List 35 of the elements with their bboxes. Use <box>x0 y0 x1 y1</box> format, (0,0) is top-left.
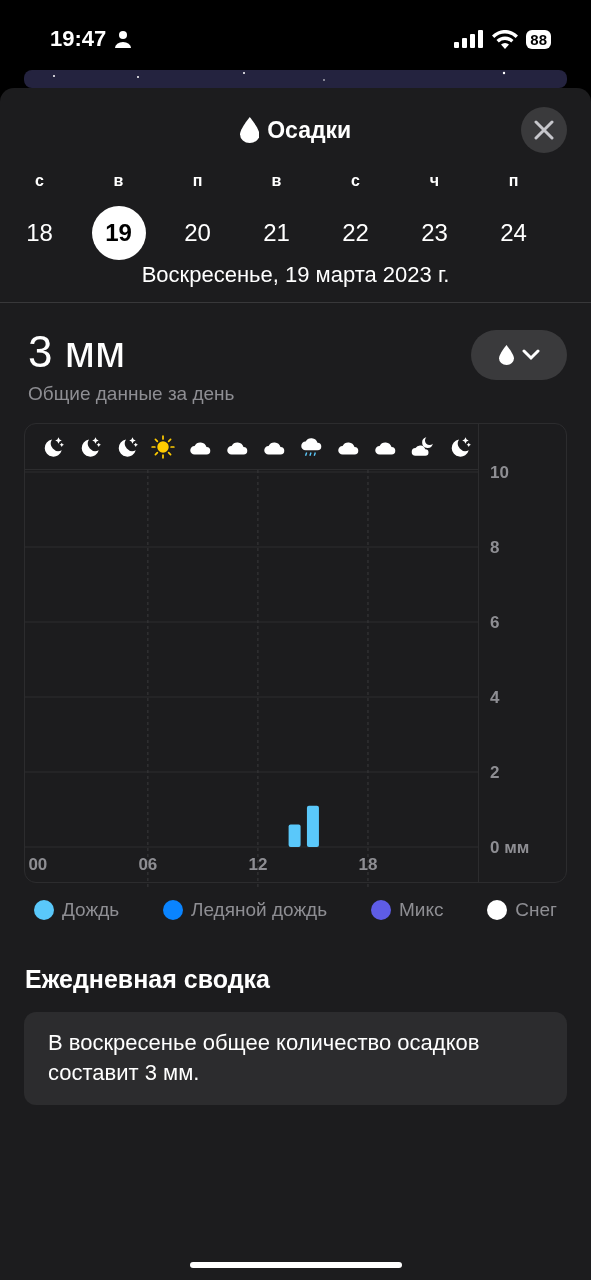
raindrop-icon <box>498 345 514 365</box>
day-button[interactable]: 22 <box>328 206 383 260</box>
chevron-down-icon <box>521 349 540 361</box>
day-button[interactable]: 19 <box>91 206 146 260</box>
battery-level: 88 <box>526 29 551 49</box>
weekday-label: в <box>271 172 282 191</box>
legend-label: Микс <box>398 899 444 921</box>
section-heading: Ежедневная сводка <box>25 965 271 994</box>
day-button[interactable]: 20 <box>170 206 225 260</box>
status-time: 19:47 <box>50 26 107 52</box>
legend-label: Ледяной дождь <box>191 899 328 921</box>
day-button[interactable]: 18 <box>12 206 67 260</box>
legend-label: Снег <box>515 899 557 921</box>
weekday-label: п <box>508 172 519 191</box>
close-button[interactable] <box>521 107 567 153</box>
day-button[interactable]: 21 <box>249 206 304 260</box>
raindrop-icon <box>239 117 260 143</box>
type-dropdown[interactable] <box>471 330 567 380</box>
day-button[interactable]: 24 <box>486 206 541 260</box>
selected-date: Воскресенье, 19 марта 2023 г. <box>0 262 591 303</box>
weekday-label: с <box>351 172 360 191</box>
sheet-title: Осадки <box>267 116 352 144</box>
day-button[interactable]: 23 <box>407 206 462 260</box>
summary-text: В воскресенье общее количество осадков составит 3 мм. <box>24 1012 567 1106</box>
close-icon <box>534 120 554 140</box>
signal-icon <box>454 30 485 48</box>
total-amount: 3 мм <box>28 327 127 377</box>
weekday-label: ч <box>429 172 440 191</box>
weekday-label: с <box>35 172 44 191</box>
legend-label: Дождь <box>62 899 120 921</box>
person-icon <box>114 30 133 48</box>
total-caption: Общие данные за день <box>28 383 235 405</box>
weekday-label: п <box>192 172 203 191</box>
wifi-icon <box>492 29 519 49</box>
weekday-label: в <box>113 172 124 191</box>
